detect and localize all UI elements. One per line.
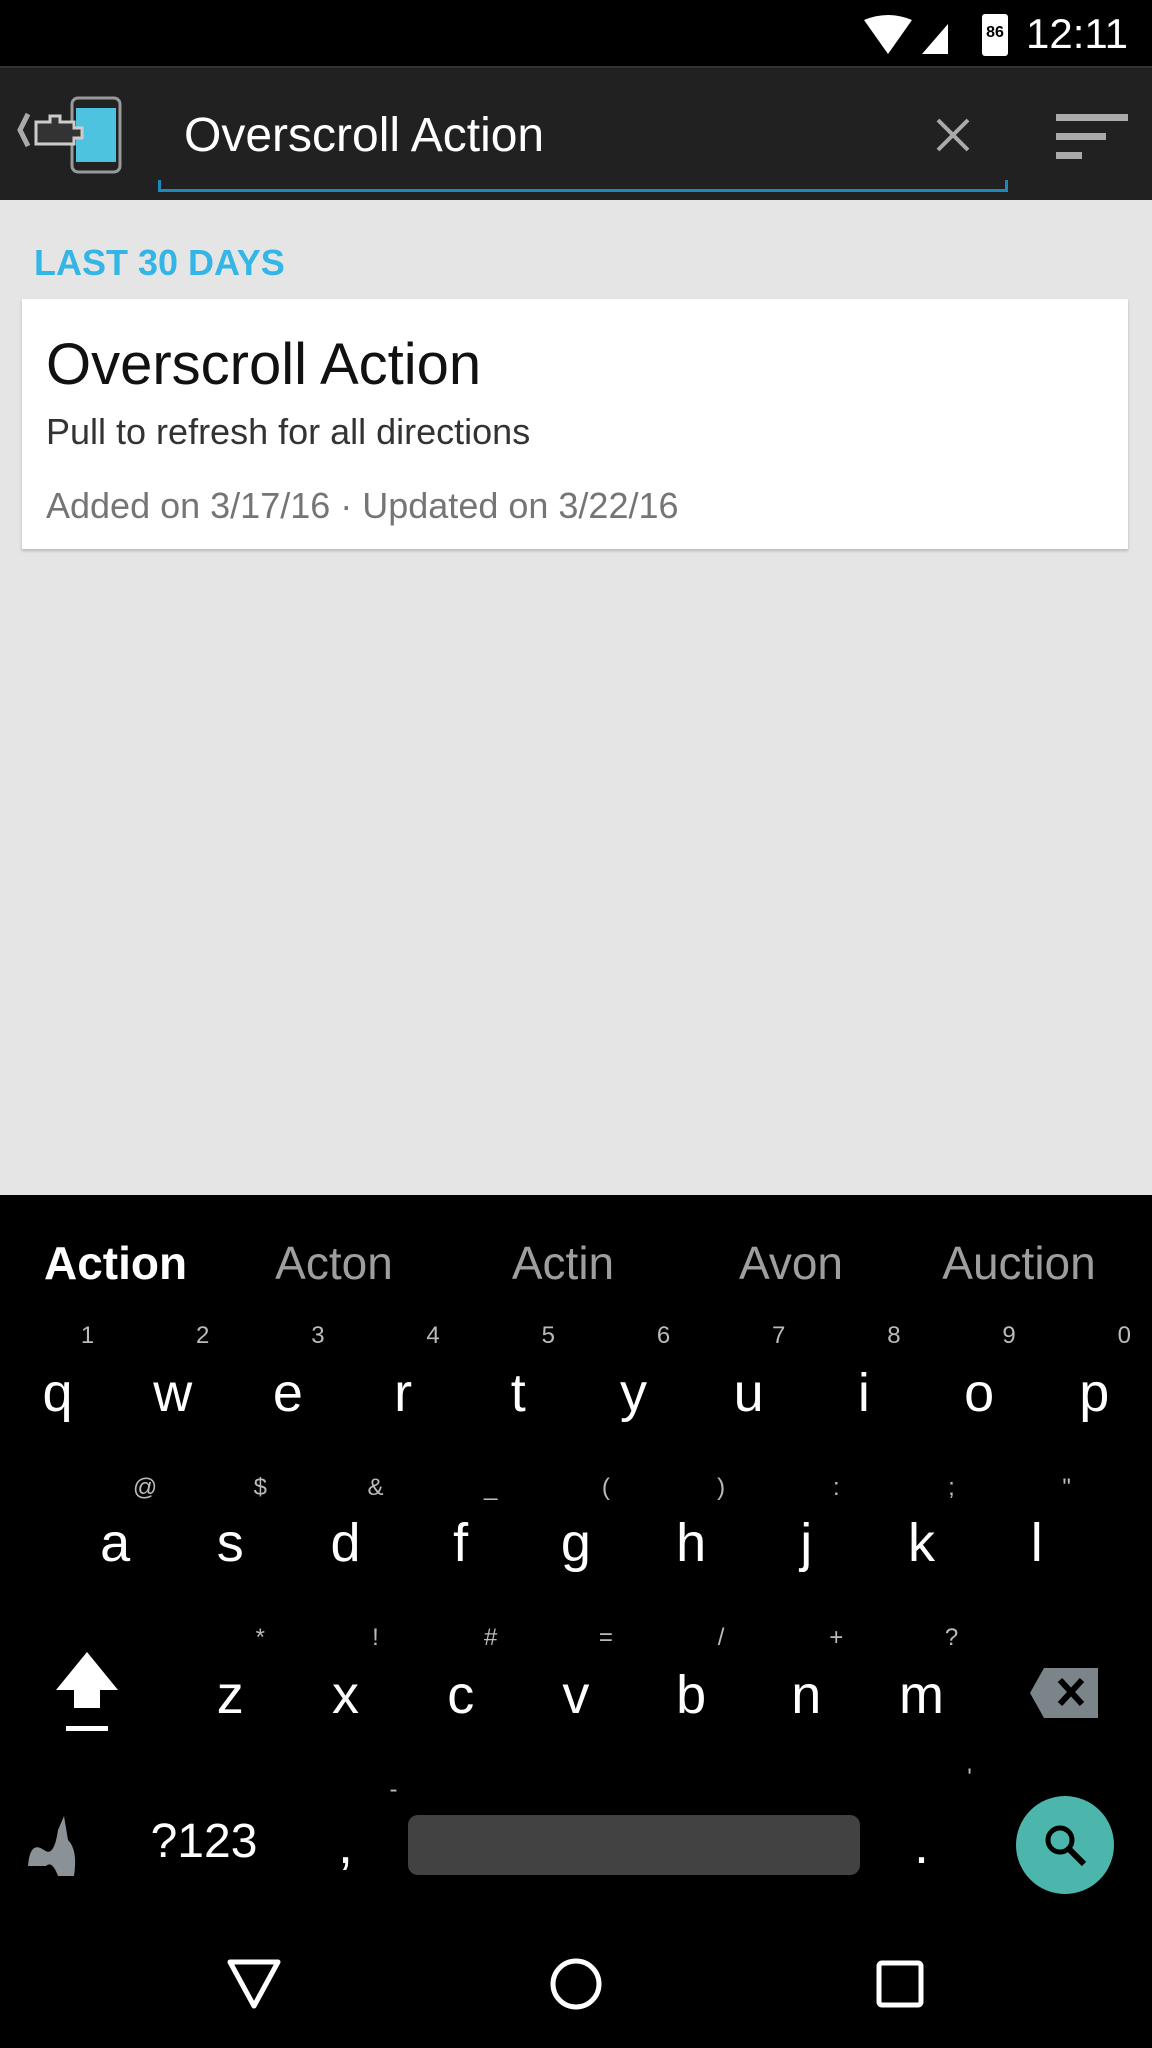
wifi-signal-icon: [864, 15, 948, 54]
spacebar[interactable]: [408, 1815, 860, 1875]
key-hint: _: [484, 1474, 498, 1501]
key-hint: $: [253, 1474, 267, 1501]
nav-back-icon[interactable]: [226, 1958, 282, 2010]
key[interactable]: d: [288, 1512, 403, 1574]
gesture-handwriting-icon[interactable]: [24, 1810, 96, 1880]
key[interactable]: i: [806, 1362, 921, 1424]
key-hint: 3: [311, 1322, 325, 1349]
key-hint: 9: [1002, 1322, 1016, 1349]
key-hint: 1: [80, 1322, 95, 1349]
key[interactable]: n: [749, 1664, 864, 1726]
key-hint: 0: [1117, 1322, 1131, 1349]
key[interactable]: t: [461, 1362, 576, 1424]
status-bar: 86 12:11: [0, 0, 1152, 66]
module-title: Overscroll Action: [46, 332, 482, 397]
key-hint: !: [372, 1624, 379, 1651]
key-hint: /: [717, 1624, 725, 1651]
suggestion[interactable]: Action: [44, 1236, 224, 1290]
key[interactable]: z: [173, 1664, 288, 1726]
key[interactable]: k: [864, 1512, 979, 1574]
key-hint: 5: [541, 1322, 555, 1349]
clear-icon[interactable]: [934, 116, 972, 154]
key[interactable]: r: [346, 1362, 461, 1424]
key[interactable]: b: [634, 1664, 749, 1726]
search-icon: [1045, 1825, 1087, 1867]
key[interactable]: o: [922, 1362, 1037, 1424]
key[interactable]: q: [0, 1362, 115, 1424]
shift-icon[interactable]: [52, 1650, 122, 1736]
key-hint: @: [132, 1474, 158, 1501]
key-hint: ": [1062, 1474, 1071, 1501]
key[interactable]: y: [576, 1362, 691, 1424]
key[interactable]: j: [749, 1512, 864, 1574]
key[interactable]: v: [518, 1664, 633, 1726]
suggestion[interactable]: Actin: [458, 1236, 668, 1290]
key[interactable]: p: [1037, 1362, 1152, 1424]
key[interactable]: x: [288, 1664, 403, 1726]
key[interactable]: m: [864, 1664, 979, 1726]
key-hint: =: [598, 1624, 613, 1651]
section-header: LAST 30 DAYS: [34, 242, 285, 283]
key-hint: 4: [426, 1322, 440, 1349]
suggestion[interactable]: Auction: [914, 1236, 1124, 1290]
backspace-icon[interactable]: [1028, 1666, 1102, 1720]
key-hint: ?: [944, 1624, 959, 1651]
key[interactable]: f: [403, 1512, 518, 1574]
xposed-back-logo-icon[interactable]: [10, 94, 125, 174]
key[interactable]: w: [115, 1362, 230, 1424]
key[interactable]: c: [403, 1664, 518, 1726]
key[interactable]: s: [173, 1512, 288, 1574]
key-hint: 8: [887, 1322, 901, 1349]
key-hint: 2: [196, 1322, 210, 1349]
key-hint: &: [367, 1474, 384, 1501]
key-hint: ;: [948, 1474, 955, 1501]
key-hint: *: [255, 1624, 265, 1651]
key[interactable]: g: [518, 1512, 633, 1574]
key[interactable]: e: [230, 1362, 345, 1424]
key-hint: 6: [656, 1322, 671, 1349]
key-hint: 7: [772, 1322, 786, 1349]
key-hint: +: [829, 1624, 844, 1651]
key-hint: ): [717, 1474, 726, 1501]
clock: 12:11: [1026, 10, 1128, 57]
key[interactable]: h: [634, 1512, 749, 1574]
battery-icon: 86: [982, 14, 1008, 56]
symbols-key[interactable]: ?123: [144, 1814, 264, 1869]
search-toolbar: Overscroll Action: [0, 66, 1152, 200]
comma-key[interactable]: ,: [288, 1814, 403, 1876]
key[interactable]: l: [979, 1512, 1094, 1574]
key-hint: :: [832, 1474, 840, 1501]
module-card[interactable]: Overscroll Action Pull to refresh for al…: [22, 299, 1128, 549]
comma-hint: -: [389, 1776, 398, 1803]
suggestion[interactable]: Acton: [229, 1236, 439, 1290]
module-description: Pull to refresh for all directions: [46, 411, 531, 452]
nav-home-icon[interactable]: [548, 1956, 604, 2012]
suggestion[interactable]: Avon: [686, 1236, 896, 1290]
search-input[interactable]: Overscroll Action: [184, 108, 544, 163]
period-key[interactable]: .: [864, 1814, 979, 1876]
module-dates: Added on 3/17/16 · Updated on 3/22/16: [46, 485, 679, 526]
key-hint: (: [601, 1474, 610, 1501]
search-action-button[interactable]: [1016, 1796, 1114, 1894]
nav-recents-icon[interactable]: [876, 1960, 924, 2008]
period-hint: ': [967, 1764, 972, 1791]
key[interactable]: a: [58, 1512, 173, 1574]
key-hint: #: [484, 1624, 498, 1651]
key[interactable]: u: [691, 1362, 806, 1424]
sort-icon[interactable]: [1054, 112, 1130, 162]
search-input-underline: [158, 180, 1008, 192]
